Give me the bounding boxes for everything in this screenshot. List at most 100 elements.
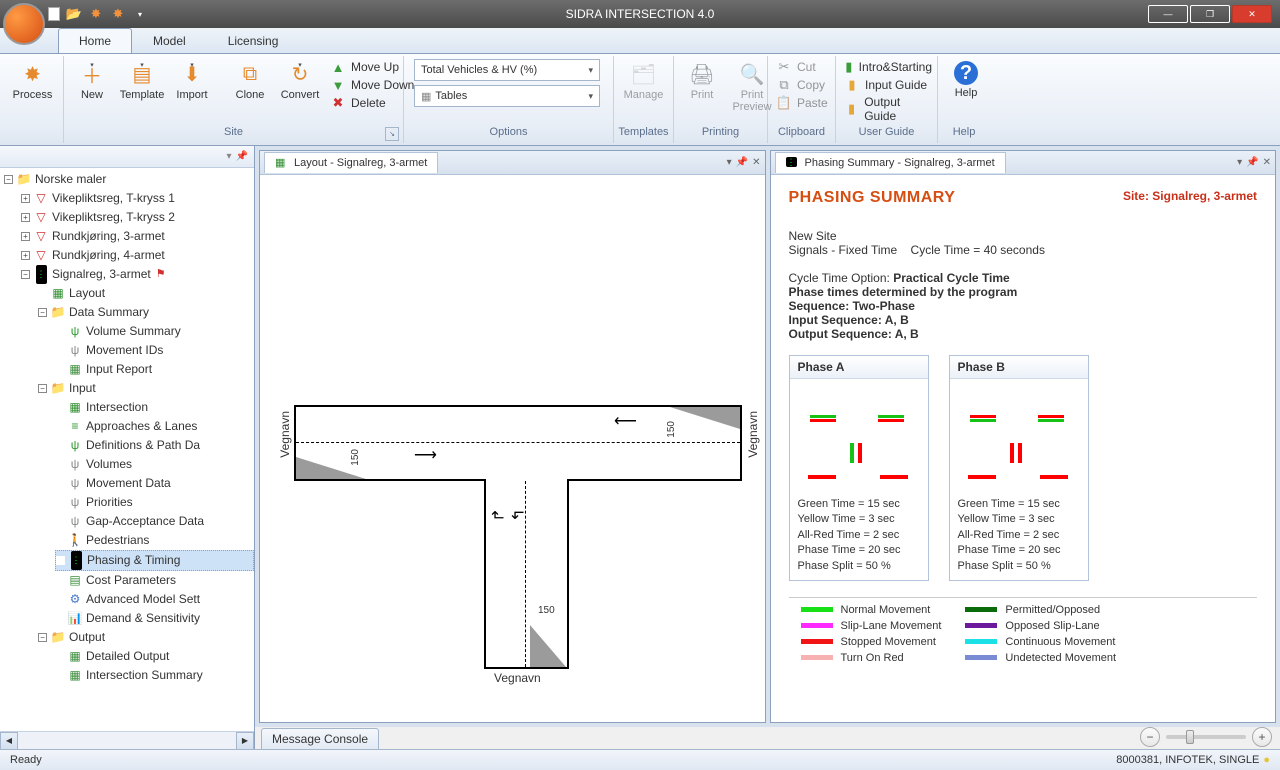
- print-button: 🖨Print: [678, 58, 726, 104]
- qat-new-icon[interactable]: [48, 7, 60, 21]
- pin-icon[interactable]: 📌: [236, 151, 248, 162]
- layout-icon: ▦: [50, 287, 66, 301]
- flag-icon: ⚑: [156, 265, 166, 284]
- close-icon[interactable]: ✕: [752, 157, 760, 168]
- folder-icon: 🗂: [631, 61, 657, 87]
- gap-icon: ψ: [67, 515, 83, 529]
- path-icon: ψ: [67, 439, 83, 453]
- project-tree[interactable]: −📁Norske maler +▽Vikepliktsreg, T-kryss …: [0, 168, 254, 731]
- intersection-icon: ▦: [67, 401, 83, 415]
- close-icon[interactable]: ✕: [1263, 157, 1271, 168]
- cut-button[interactable]: ✂Cut: [772, 58, 832, 76]
- ribbon-tab-strip: Home Model Licensing: [0, 28, 1280, 54]
- gear-icon: ✸: [20, 61, 46, 87]
- zoom-out-button[interactable]: −: [1140, 727, 1160, 747]
- input-guide-button[interactable]: ▮Input Guide: [840, 76, 936, 94]
- status-bar: Ready 8000381, INFOTEK, SINGLE●: [0, 749, 1280, 770]
- output-guide-button[interactable]: ▮Output Guide: [840, 94, 936, 124]
- chevron-down-icon: ▾: [140, 61, 144, 69]
- table-icon: ▦: [421, 90, 431, 103]
- app-menu-button[interactable]: [3, 3, 45, 45]
- tree-hscroll[interactable]: ◀▶: [0, 731, 254, 749]
- tab-home[interactable]: Home: [58, 28, 132, 53]
- volumes-icon: ψ: [67, 458, 83, 472]
- zoom-slider[interactable]: [1166, 735, 1246, 739]
- yield-icon: ▽: [33, 249, 49, 263]
- help-button[interactable]: ?Help: [942, 58, 990, 102]
- folder-icon: 📁: [50, 306, 66, 320]
- panel-pin-bar: ▾📌: [0, 146, 254, 168]
- maximize-button[interactable]: ❐: [1190, 5, 1230, 23]
- qat-settings-icon[interactable]: ✸: [88, 6, 104, 22]
- zoom-controls: − +: [1140, 727, 1272, 747]
- status-right: 8000381, INFOTEK, SINGLE: [1116, 754, 1259, 766]
- qat-dropdown-icon[interactable]: ▾: [132, 6, 148, 22]
- folder-icon: 📁: [50, 631, 66, 645]
- chart-icon: 📊: [67, 612, 83, 626]
- copy-icon: ⧉: [776, 77, 792, 93]
- intro-button[interactable]: ▮Intro&Starting: [840, 58, 936, 76]
- layout-pane: ▦Layout - Signalreg, 3-armet ▾ 📌 ✕: [259, 150, 766, 723]
- paste-icon: 📋: [776, 95, 792, 111]
- yield-icon: ▽: [33, 192, 49, 206]
- copy-button[interactable]: ⧉Copy: [772, 76, 832, 94]
- quick-access-toolbar: 📂 ✸ ✸ ▾: [48, 6, 148, 22]
- app-title: SIDRA INTERSECTION 4.0: [566, 7, 715, 21]
- message-console-tab[interactable]: Message Console: [255, 727, 1280, 749]
- arrow-down-icon: ▼: [330, 77, 346, 93]
- preview-icon: 🔍: [739, 61, 765, 87]
- yield-icon: ▽: [33, 211, 49, 225]
- new-button[interactable]: ＋New▾: [68, 58, 116, 104]
- tab-licensing[interactable]: Licensing: [207, 28, 300, 53]
- layout-tab[interactable]: ▦Layout - Signalreg, 3-armet: [264, 152, 438, 173]
- zoom-in-button[interactable]: +: [1252, 727, 1272, 747]
- template-button[interactable]: ▤Template▾: [118, 58, 166, 104]
- minimize-button[interactable]: —: [1148, 5, 1188, 23]
- table-icon: ▦: [67, 669, 83, 683]
- view-combo[interactable]: Total Vehicles & HV (%)▾: [414, 59, 600, 81]
- manage-button: 🗂Manage: [618, 58, 669, 104]
- settings-icon: ⚙: [67, 593, 83, 607]
- chevron-down-icon: ▾: [588, 91, 593, 102]
- folder-icon: 📁: [50, 382, 66, 396]
- signal-icon: ⋮: [33, 268, 49, 282]
- book-icon: ▮: [844, 59, 854, 75]
- close-button[interactable]: ✕: [1232, 5, 1272, 23]
- pin-icon[interactable]: 📌: [736, 157, 748, 168]
- printer-icon: 🖨: [689, 61, 715, 87]
- phasing-tab[interactable]: ⋮Phasing Summary - Signalreg, 3-armet: [775, 152, 1006, 173]
- clone-button[interactable]: ⧉Clone: [226, 58, 274, 104]
- status-left: Ready: [10, 754, 42, 766]
- qat-settings2-icon[interactable]: ✸: [110, 6, 126, 22]
- convert-button[interactable]: ↻Convert▾: [276, 58, 324, 104]
- movement-icon: ψ: [67, 344, 83, 358]
- group-launcher[interactable]: ↘: [385, 127, 399, 141]
- chart-icon: ▤: [67, 574, 83, 588]
- tables-combo[interactable]: ▦Tables▾: [414, 85, 600, 107]
- import-button[interactable]: ⬇Import▾: [168, 58, 216, 104]
- chevron-down-icon: ▾: [90, 61, 94, 69]
- chevron-down-icon[interactable]: ▾: [227, 151, 232, 162]
- project-tree-panel: ▾📌 −📁Norske maler +▽Vikepliktsreg, T-kry…: [0, 146, 255, 749]
- pin-icon[interactable]: 📌: [1246, 157, 1258, 168]
- tree-selected-item[interactable]: ⋮Phasing & Timing: [55, 550, 254, 571]
- tab-model[interactable]: Model: [132, 28, 207, 53]
- pedestrian-icon: 🚶: [67, 534, 83, 548]
- qat-open-icon[interactable]: 📂: [66, 6, 82, 22]
- phase-a-box: Phase A: [789, 355, 929, 581]
- layout-canvas[interactable]: ⟶ ⟵ ↱ ↰ 150 150 150 Vegnavn Vegnavn Vegn…: [260, 175, 765, 722]
- paste-button[interactable]: 📋Paste: [772, 94, 832, 112]
- help-icon: ?: [954, 61, 978, 85]
- chevron-down-icon[interactable]: ▾: [727, 157, 732, 168]
- table-icon: ▦: [67, 363, 83, 377]
- chevron-down-icon[interactable]: ▾: [1237, 157, 1242, 168]
- priorities-icon: ψ: [67, 496, 83, 510]
- arrow-up-icon: ▲: [330, 59, 346, 75]
- lanes-icon: ≡: [67, 420, 83, 434]
- legend: Normal Movement Slip-Lane Movement Stopp…: [789, 597, 1258, 670]
- process-button[interactable]: ✸ Process: [6, 58, 59, 104]
- clone-icon: ⧉: [237, 61, 263, 87]
- chevron-down-icon: ▾: [190, 61, 194, 69]
- layout-icon: ▦: [275, 156, 289, 170]
- folder-icon: 📁: [16, 173, 32, 187]
